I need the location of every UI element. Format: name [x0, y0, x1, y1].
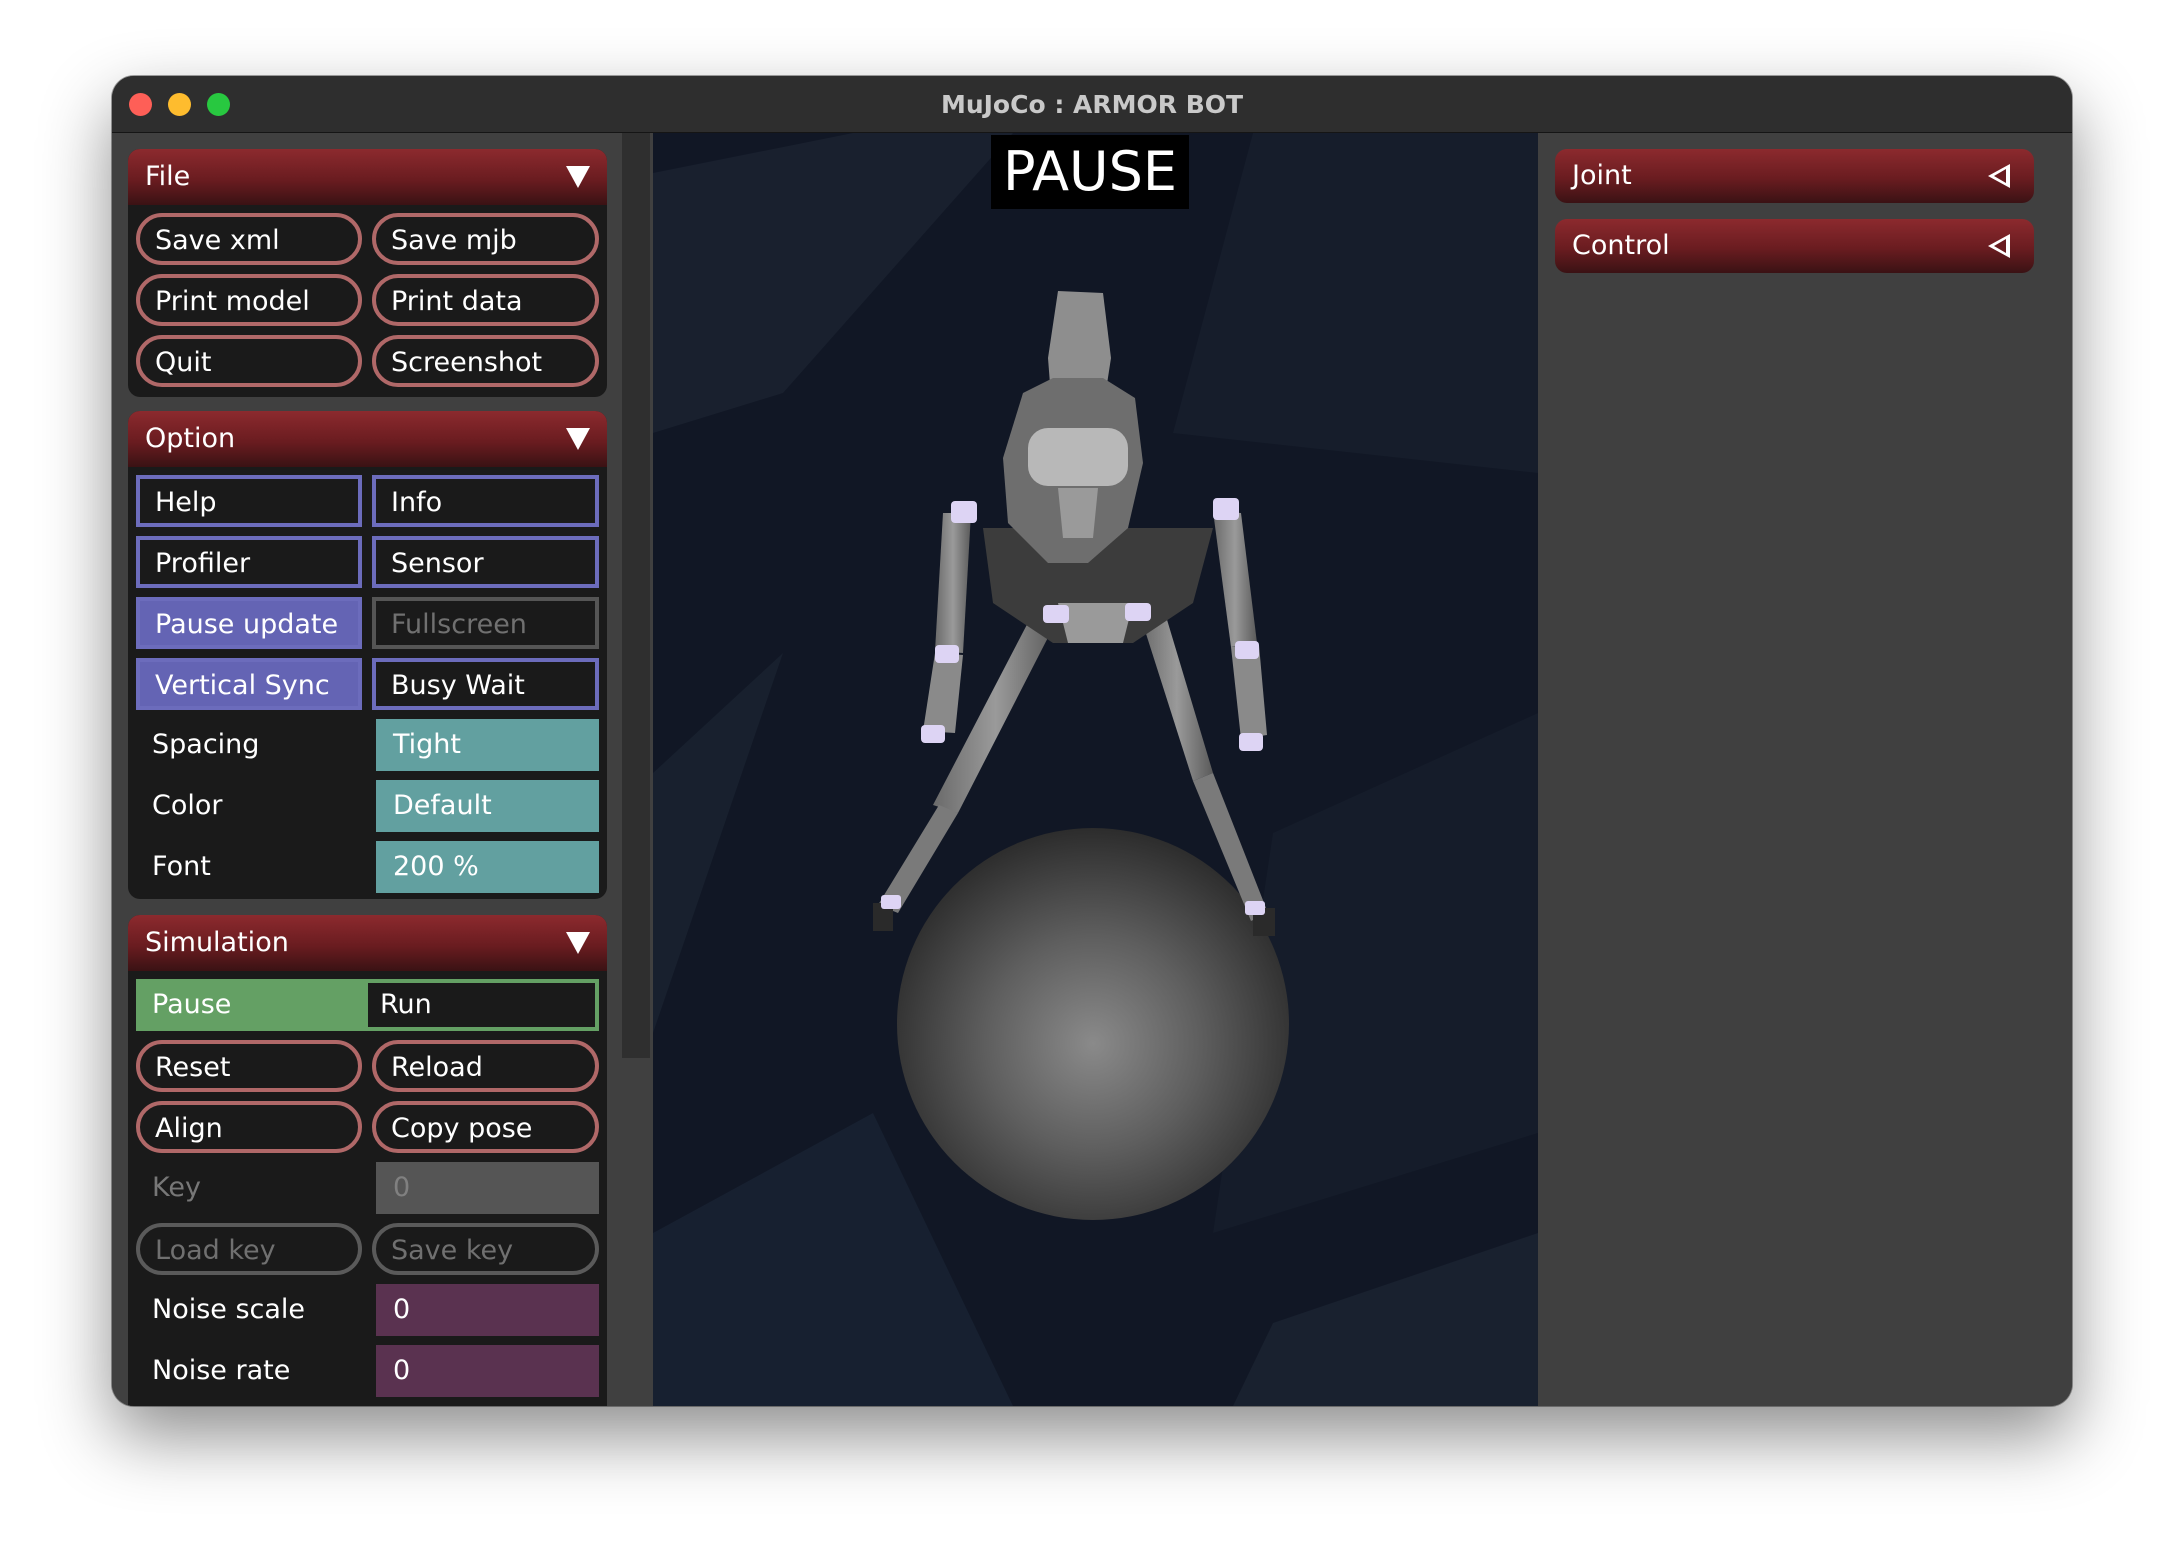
noise-scale-slider[interactable]: 0: [376, 1284, 599, 1336]
robot-joint: [1043, 605, 1069, 623]
noise-rate-slider[interactable]: 0: [376, 1345, 599, 1397]
color-select[interactable]: Default: [376, 780, 599, 832]
font-label: Font: [152, 851, 211, 882]
right-ui-panel: Joint Control: [1538, 133, 2072, 1406]
control-section-header[interactable]: Control: [1555, 219, 2034, 273]
robot-joint: [1125, 603, 1151, 621]
save-mjb-button[interactable]: Save mjb: [372, 213, 599, 265]
left-panel-scrollbar[interactable]: [622, 133, 650, 1058]
spacing-label: Spacing: [152, 729, 260, 760]
help-toggle[interactable]: Help: [136, 475, 362, 527]
robot-face: [1058, 488, 1098, 538]
pause-update-toggle[interactable]: Pause update: [136, 597, 362, 649]
robot-joint: [935, 645, 959, 663]
pause-radio-option[interactable]: Pause: [140, 983, 368, 1027]
robot-joint: [1245, 901, 1265, 915]
window-content: File Save xml Save mjb Print model Print…: [112, 133, 2072, 1406]
file-section: File Save xml Save mjb Print model Print…: [128, 149, 607, 397]
simulation-section: Simulation Pause Run Reset Reload Align …: [128, 915, 607, 1406]
control-section-title: Control: [1572, 230, 1670, 261]
floor-tile: [1173, 133, 1538, 473]
fullscreen-toggle: Fullscreen: [372, 597, 599, 649]
color-label: Color: [152, 790, 223, 821]
window-title: MuJoCo : ARMOR BOT: [940, 90, 1244, 119]
key-label: Key: [152, 1172, 201, 1203]
save-key-button: Save key: [372, 1223, 599, 1275]
option-section-header[interactable]: Option: [128, 411, 607, 467]
quit-button[interactable]: Quit: [136, 335, 362, 387]
app-window: MuJoCo : ARMOR BOT File Save xml Save mj…: [112, 76, 2072, 1406]
floor-tile: [1233, 1233, 1538, 1406]
info-toggle[interactable]: Info: [372, 475, 599, 527]
robot-left-upper-arm: [935, 513, 971, 653]
expand-triangle-icon: [1988, 234, 2010, 258]
floor-tile: [653, 133, 1013, 433]
spacing-select[interactable]: Tight: [376, 719, 599, 771]
noise-rate-label: Noise rate: [152, 1355, 291, 1386]
profiler-toggle[interactable]: Profiler: [136, 536, 362, 588]
robot-visor: [1028, 428, 1128, 486]
title-bar[interactable]: MuJoCo : ARMOR BOT: [112, 76, 2072, 133]
vertical-sync-toggle[interactable]: Vertical Sync: [136, 658, 362, 710]
save-xml-button[interactable]: Save xml: [136, 213, 362, 265]
robot-left-forearm: [923, 653, 963, 733]
robot-joint: [1239, 733, 1263, 751]
busy-wait-toggle[interactable]: Busy Wait: [372, 658, 599, 710]
simulation-viewport[interactable]: PAUSE: [653, 133, 1538, 1406]
robot-joint: [921, 725, 945, 743]
robot-joint: [951, 501, 977, 523]
left-ui-panel: File Save xml Save mjb Print model Print…: [112, 133, 619, 1406]
robot-right-upper-arm: [1213, 511, 1257, 647]
robot-right-upper-leg: [1141, 613, 1213, 781]
load-key-button: Load key: [136, 1223, 362, 1275]
collapse-triangle-icon: [566, 932, 590, 954]
robot-joint: [1235, 641, 1259, 659]
collapse-triangle-icon: [566, 428, 590, 450]
font-select[interactable]: 200 %: [376, 841, 599, 893]
simulation-section-header[interactable]: Simulation: [128, 915, 607, 971]
screenshot-button[interactable]: Screenshot: [372, 335, 599, 387]
reset-button[interactable]: Reset: [136, 1040, 362, 1092]
copy-pose-button[interactable]: Copy pose: [372, 1101, 599, 1153]
option-section: Option Help Info Profiler Sensor Pause u…: [128, 411, 607, 899]
run-radio-option[interactable]: Run: [368, 983, 595, 1027]
run-mode-radio: Pause Run: [136, 979, 599, 1031]
robot-pelvis: [1058, 603, 1133, 643]
robot-joint: [881, 895, 901, 909]
simulation-section-title: Simulation: [145, 927, 289, 958]
noise-scale-label: Noise scale: [152, 1294, 306, 1325]
joint-section-title: Joint: [1572, 160, 1632, 191]
robot-joint: [1213, 498, 1239, 520]
scene-render: [653, 133, 1538, 1406]
file-section-title: File: [145, 161, 191, 192]
key-slider: 0: [376, 1162, 599, 1214]
option-section-title: Option: [145, 423, 236, 454]
file-section-header[interactable]: File: [128, 149, 607, 205]
collapse-triangle-icon: [566, 166, 590, 188]
ball: [897, 828, 1289, 1220]
sensor-toggle[interactable]: Sensor: [372, 536, 599, 588]
robot-right-forearm: [1231, 645, 1267, 739]
print-model-button[interactable]: Print model: [136, 274, 362, 326]
expand-triangle-icon: [1988, 164, 2010, 188]
floor-tile: [653, 653, 783, 1033]
align-button[interactable]: Align: [136, 1101, 362, 1153]
pause-indicator: PAUSE: [991, 135, 1189, 209]
joint-section-header[interactable]: Joint: [1555, 149, 2034, 203]
print-data-button[interactable]: Print data: [372, 274, 599, 326]
reload-button[interactable]: Reload: [372, 1040, 599, 1092]
